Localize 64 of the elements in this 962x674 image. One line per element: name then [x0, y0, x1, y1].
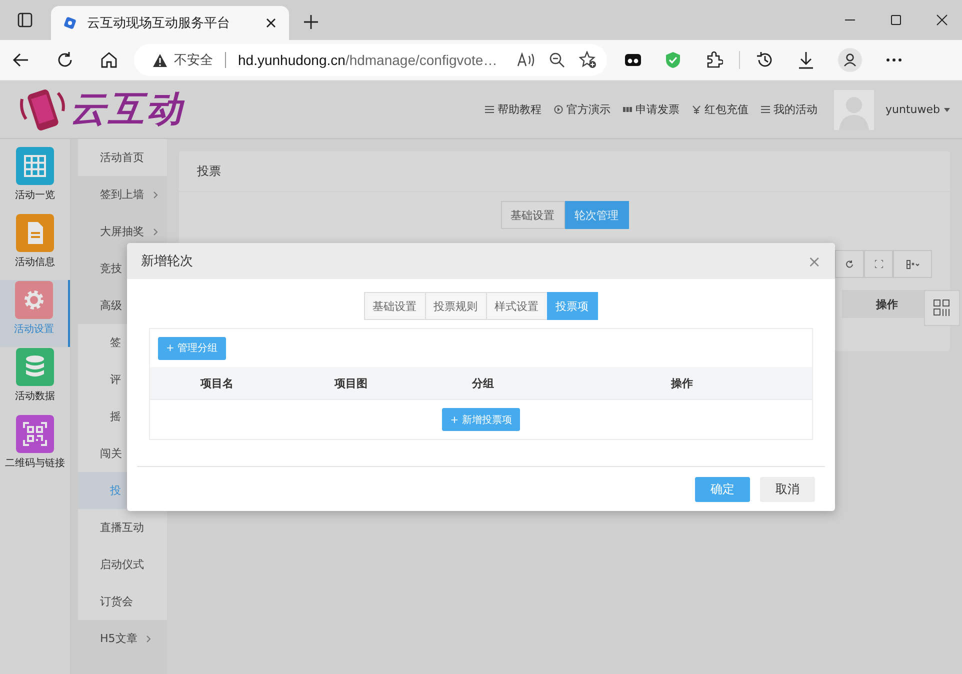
nav-icon — [554, 105, 563, 114]
sidebar-item[interactable]: 活动信息 — [0, 213, 70, 280]
menu-item[interactable]: 签到上墙 — [71, 176, 167, 213]
tab[interactable]: 基础设置 — [364, 292, 426, 320]
menu-item[interactable]: 大屏抽奖 — [71, 213, 167, 250]
menu-item[interactable]: H5文章 — [71, 620, 167, 657]
panel-title: 投票 — [179, 151, 950, 192]
puzzle-icon[interactable] — [705, 51, 724, 69]
address-field[interactable]: 不安全 hd.yunhudong.cn/hdmanage/configvote… — [134, 44, 608, 76]
security-label: 不安全 — [174, 52, 213, 69]
tab[interactable]: 基础设置 — [500, 201, 564, 229]
nav-link[interactable]: 帮助教程 — [484, 102, 542, 117]
columns-button[interactable] — [893, 250, 932, 278]
tab[interactable]: 投票规则 — [424, 292, 486, 320]
fullscreen-icon — [874, 260, 882, 268]
table-header-cell: 分组 — [472, 376, 494, 390]
close-icon[interactable] — [265, 17, 277, 29]
download-icon[interactable] — [798, 51, 814, 69]
nav-link[interactable]: 红包充值 — [692, 102, 749, 117]
browser-tab[interactable]: 云互动现场互动服务平台 — [51, 6, 289, 40]
menu-item[interactable]: 活动首页 — [78, 139, 167, 176]
site-icon — [63, 16, 77, 30]
grid-icon[interactable] — [924, 290, 960, 326]
nav-link[interactable]: 我的活动 — [760, 102, 818, 117]
more-icon[interactable] — [886, 58, 902, 62]
nav-link[interactable]: 申请发票 — [622, 102, 680, 117]
table-header-cell: 项目图 — [334, 376, 368, 390]
nav-link[interactable]: 官方演示 — [554, 102, 611, 117]
history-icon[interactable] — [756, 51, 774, 69]
table-header-cell: 操作 — [876, 296, 898, 312]
menu-item[interactable]: 启动仪式 — [78, 546, 167, 583]
nav-icon — [760, 105, 770, 114]
menu-item[interactable]: 直播互动 — [78, 509, 167, 546]
tab[interactable]: 样式设置 — [486, 292, 548, 320]
sidebar-item[interactable]: 活动数据 — [0, 347, 70, 414]
tabs-icon[interactable] — [17, 12, 33, 28]
columns-icon — [906, 260, 920, 268]
nav-icon — [622, 105, 632, 114]
sidebar-item[interactable]: 活动一览 — [0, 146, 70, 213]
url-text: hd.yunhudong.cn/hdmanage/configvote… — [238, 52, 498, 68]
tab-title: 云互动现场互动服务平台 — [87, 15, 231, 32]
cancel-button[interactable]: 取消 — [760, 476, 815, 502]
logo-text: 云互动 — [70, 88, 184, 132]
zoom-out-icon[interactable] — [549, 52, 566, 68]
refresh-icon — [845, 260, 854, 268]
nav-icon — [484, 105, 494, 114]
extension-icon[interactable] — [625, 53, 642, 67]
maximize-icon[interactable] — [890, 14, 902, 26]
new-tab-icon[interactable] — [303, 14, 319, 30]
read-aloud-icon[interactable] — [517, 52, 536, 68]
profile-icon[interactable] — [838, 48, 862, 72]
menu-item[interactable]: 订货会 — [78, 583, 167, 620]
refresh-icon[interactable] — [56, 51, 74, 69]
back-icon[interactable] — [12, 51, 30, 69]
favorite-add-icon[interactable] — [579, 51, 598, 69]
close-icon[interactable] — [936, 14, 948, 26]
home-icon[interactable] — [100, 51, 118, 69]
nav-icon — [692, 105, 701, 114]
warning-icon — [152, 52, 168, 68]
table-header-cell: 项目名 — [200, 376, 234, 390]
table-header-cell: 操作 — [671, 376, 693, 390]
sidebar-item[interactable]: 二维码与链接 — [0, 414, 70, 481]
dialog-title: 新增轮次 — [141, 253, 193, 270]
user-menu[interactable]: yuntuweb — [886, 103, 950, 116]
